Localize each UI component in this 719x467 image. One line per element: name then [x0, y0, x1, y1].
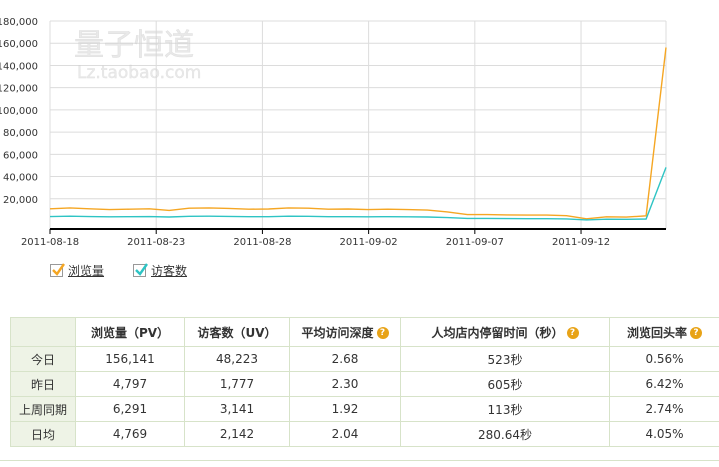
row-label: 昨日: [10, 371, 76, 397]
table-header-corner: [10, 317, 76, 347]
header-avg-depth: 平均访问深度?: [289, 317, 401, 347]
x-tick-label: 2011-08-28: [233, 237, 291, 248]
cell-avg-stay: 605秒: [400, 371, 610, 397]
cell-avg-depth: 2.30: [289, 371, 401, 397]
watermark: 量子恒道 Lz.taobao.com: [74, 28, 202, 84]
y-tick-label: 180,000: [0, 17, 38, 28]
cell-return-rate: 2.74%: [609, 396, 719, 422]
cell-uv: 2,142: [184, 421, 290, 447]
y-tick-label: 40,000: [3, 173, 38, 184]
x-tick-label: 2011-09-02: [340, 237, 398, 248]
y-tick-label: 60,000: [3, 150, 38, 161]
cell-avg-depth: 2.68: [289, 346, 401, 372]
table-header-row: 浏览量（PV） 访客数（UV） 平均访问深度? 人均店内停留时间（秒）? 浏览回…: [10, 317, 719, 347]
checkbox-pageviews[interactable]: [50, 263, 65, 277]
y-tick-label: 20,000: [3, 195, 38, 206]
y-tick-label: 160,000: [0, 39, 38, 50]
help-icon[interactable]: ?: [566, 327, 579, 339]
cell-pv: 6,291: [75, 396, 185, 422]
header-return-rate: 浏览回头率?: [609, 317, 719, 347]
cell-pv: 4,797: [75, 371, 185, 397]
checkmark-icon: [135, 263, 148, 276]
table-row: 昨日 4,797 1,777 2.30 605秒 6.42%: [10, 371, 719, 397]
table-row: 日均 4,769 2,142 2.04 280.64秒 4.05%: [10, 421, 719, 447]
row-label: 今日: [10, 346, 76, 372]
y-tick-label: 140,000: [0, 61, 38, 72]
header-uv: 访客数（UV）: [184, 317, 290, 347]
y-tick-label: 80,000: [3, 128, 38, 139]
checkbox-visitors[interactable]: [133, 263, 148, 277]
y-tick-label: 120,000: [0, 84, 38, 95]
cell-uv: 3,141: [184, 396, 290, 422]
x-axis-ticks: 2011-08-18 2011-08-23 2011-08-28 2011-09-02…: [21, 229, 610, 248]
x-tick-label: 2011-09-07: [446, 237, 504, 248]
checkmark-icon: [52, 263, 65, 276]
cell-avg-stay: 113秒: [400, 396, 610, 422]
row-label: 日均: [10, 421, 76, 447]
legend-item-visitors[interactable]: 访客数: [133, 262, 187, 279]
help-icon[interactable]: ?: [690, 327, 702, 339]
legend-label-visitors[interactable]: 访客数: [151, 262, 187, 279]
cell-uv: 48,223: [184, 346, 290, 372]
x-tick-label: 2011-09-12: [552, 237, 610, 248]
cell-return-rate: 4.05%: [609, 421, 719, 447]
table-row: 今日 156,141 48,223 2.68 523秒 0.56%: [10, 346, 719, 372]
cell-pv: 4,769: [75, 421, 185, 447]
table-row: 上周同期 6,291 3,141 1.92 113秒 2.74%: [10, 396, 719, 422]
cell-pv: 156,141: [75, 346, 185, 372]
legend-label-pageviews[interactable]: 浏览量: [68, 262, 104, 279]
cell-return-rate: 6.42%: [609, 371, 719, 397]
trend-chart: 量子恒道 Lz.taobao.com 20,000 40,000 60,000 80,…: [0, 17, 667, 248]
cell-avg-depth: 2.04: [289, 421, 401, 447]
bottom-divider: [0, 460, 719, 461]
cell-uv: 1,777: [184, 371, 290, 397]
header-avg-stay: 人均店内停留时间（秒）?: [400, 317, 610, 347]
y-tick-label: 100,000: [0, 106, 38, 117]
help-icon[interactable]: ?: [376, 327, 389, 339]
cell-avg-stay: 280.64秒: [400, 421, 610, 447]
cell-avg-depth: 1.92: [289, 396, 401, 422]
series-line-visitors: [49, 167, 667, 221]
watermark-line2: Lz.taobao.com: [77, 63, 201, 83]
stats-table: 浏览量（PV） 访客数（UV） 平均访问深度? 人均店内停留时间（秒）? 浏览回…: [10, 317, 719, 447]
row-label: 上周同期: [10, 396, 76, 422]
legend-item-pageviews[interactable]: 浏览量: [50, 262, 104, 279]
watermark-line1: 量子恒道: [74, 28, 194, 63]
cell-avg-stay: 523秒: [400, 346, 610, 372]
header-pv: 浏览量（PV）: [75, 317, 185, 347]
x-tick-label: 2011-08-18: [21, 237, 79, 248]
x-tick-label: 2011-08-23: [127, 237, 185, 248]
y-axis-ticks: 20,000 40,000 60,000 80,000 100,000 120,000 14…: [0, 17, 38, 206]
cell-return-rate: 0.56%: [609, 346, 719, 372]
